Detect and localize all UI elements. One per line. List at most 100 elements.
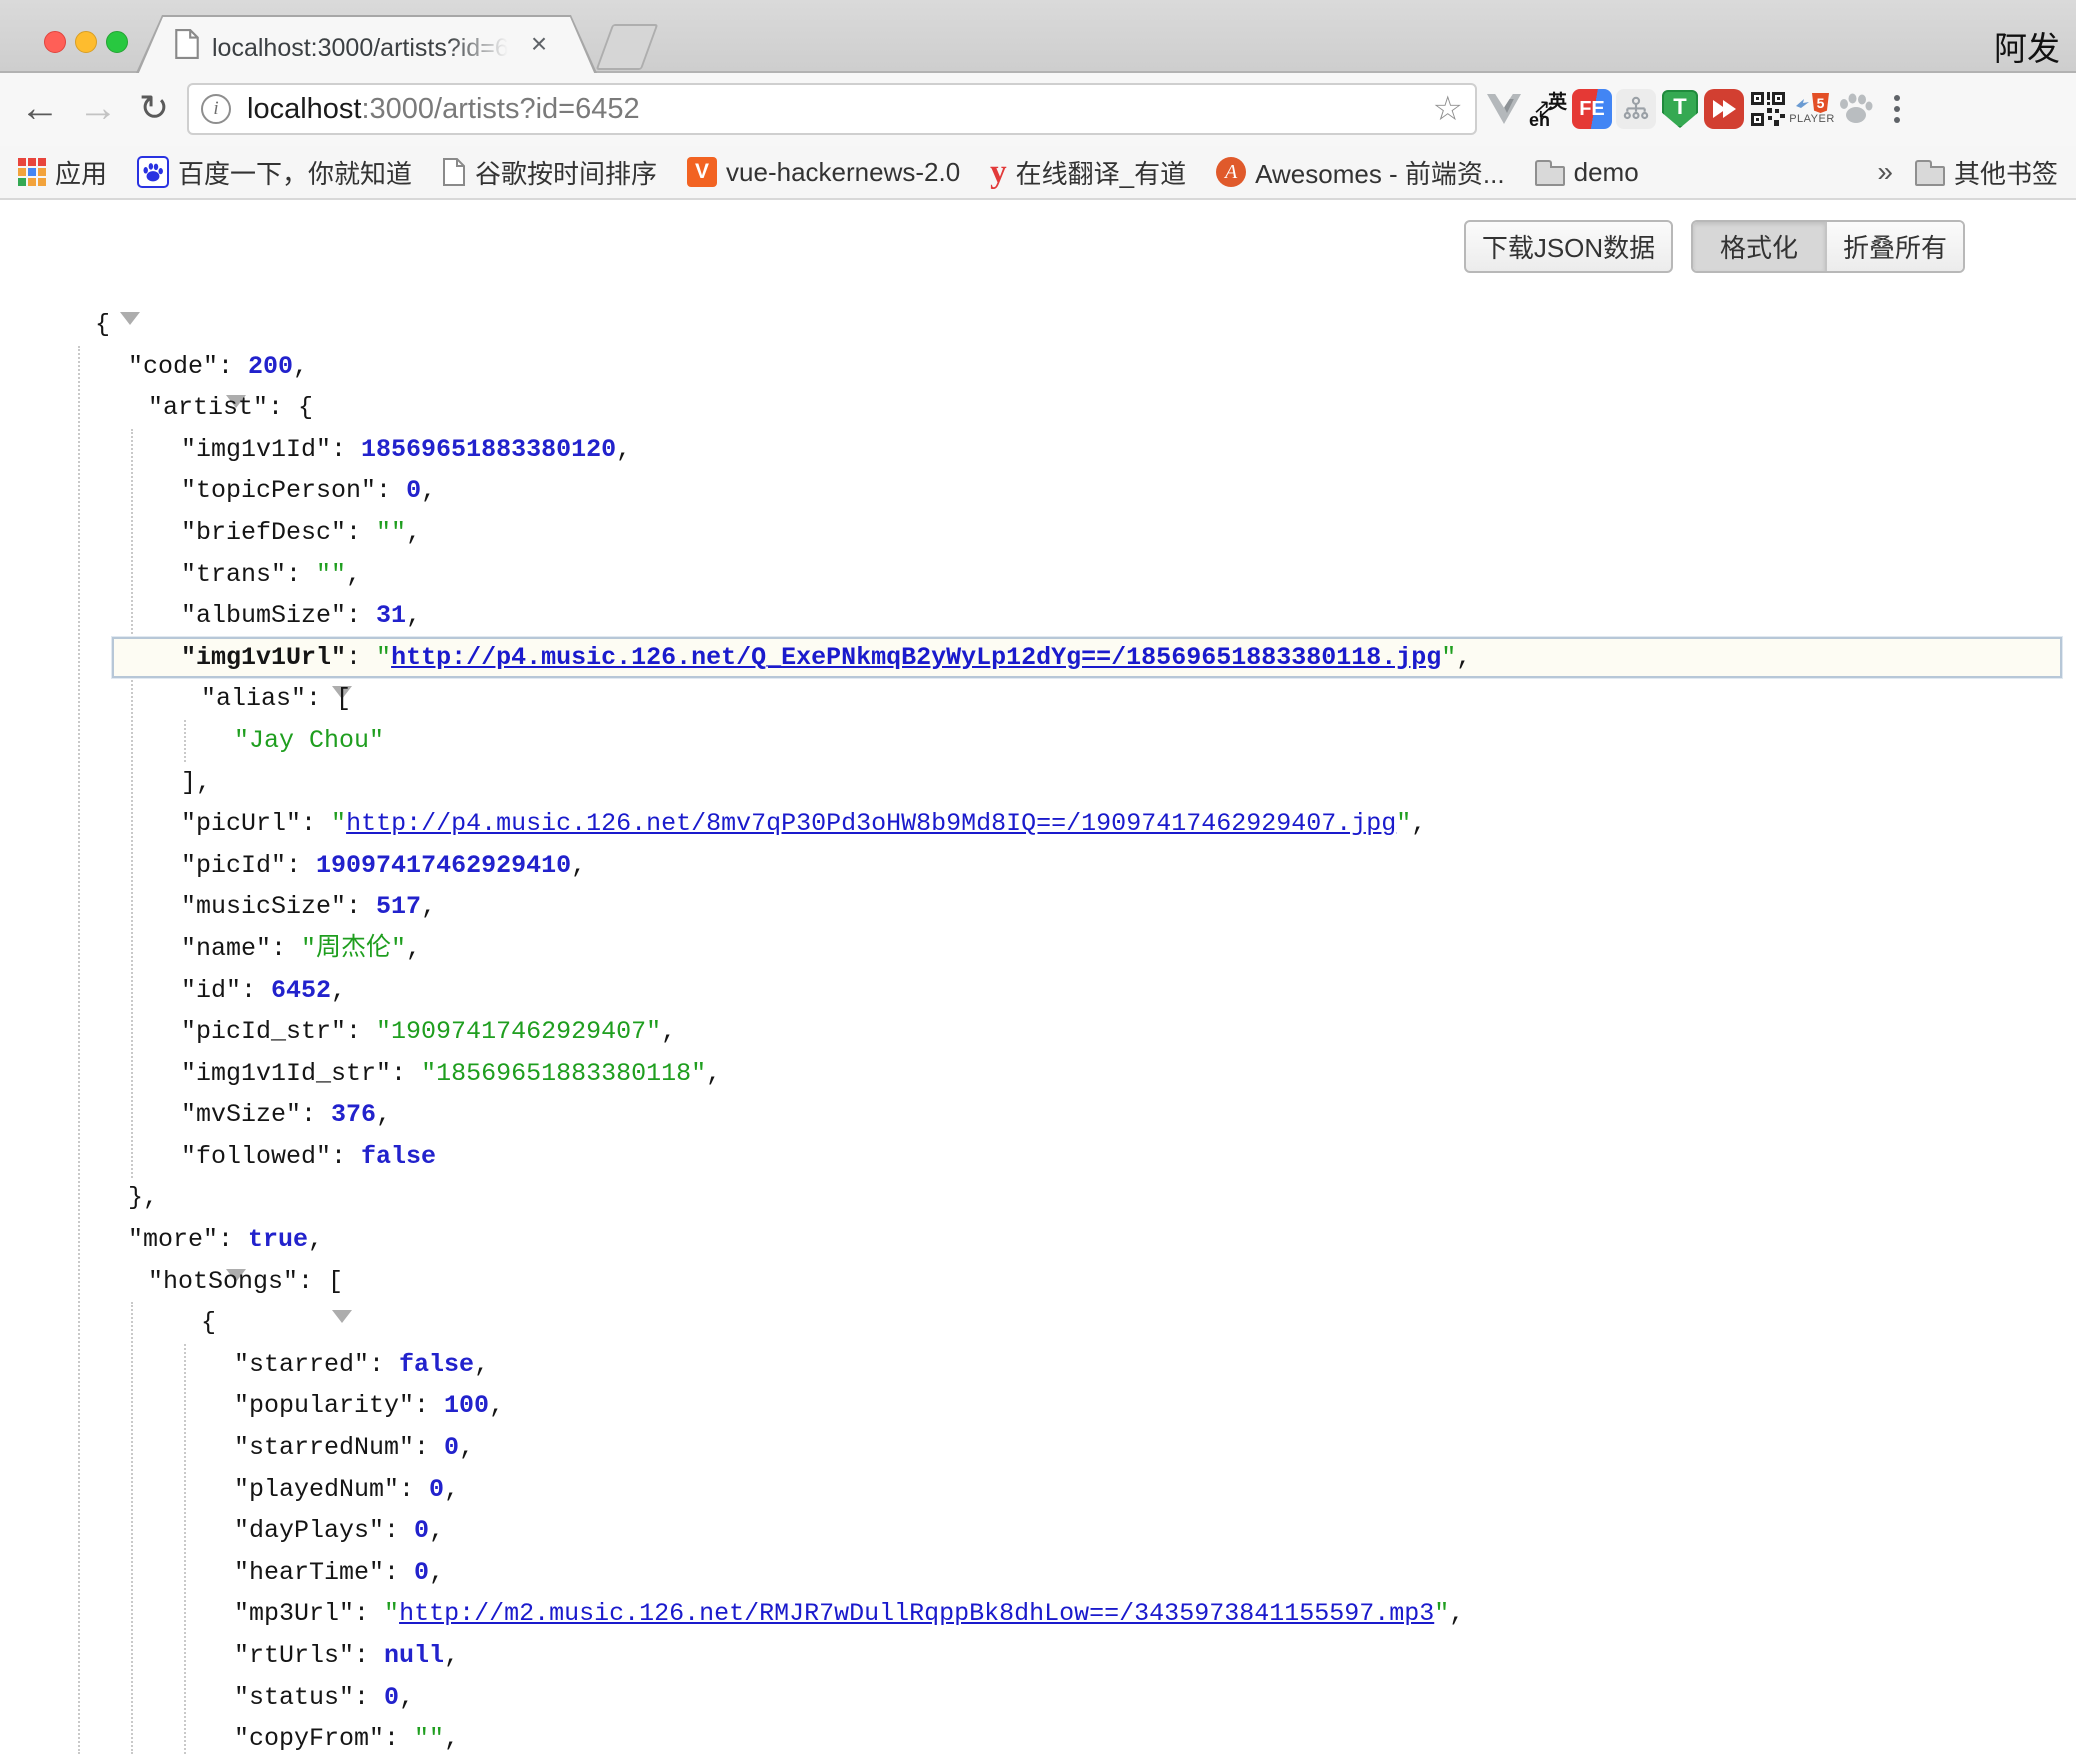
download-json-button[interactable]: 下载JSON数据 xyxy=(1464,220,1673,273)
json-row: "popularity": 100, xyxy=(0,1385,2076,1427)
json-token: , xyxy=(406,518,421,547)
json-token: "" xyxy=(414,1724,444,1753)
new-tab-button[interactable] xyxy=(596,24,659,70)
bookmark-item[interactable]: 谷歌按时间排序 xyxy=(442,154,657,191)
extensions-toolbar: ⇄ 英 en FE T xyxy=(1484,89,1914,129)
format-button[interactable]: 格式化 xyxy=(1693,222,1825,271)
json-token: "more" xyxy=(128,1225,218,1254)
folder-icon xyxy=(1535,166,1565,186)
qr-code-extension-icon[interactable] xyxy=(1748,89,1788,129)
json-token: "mp3Url" xyxy=(234,1599,354,1628)
json-token: , xyxy=(346,560,361,589)
json-token: 376 xyxy=(331,1100,376,1129)
bookmark-item[interactable]: Vvue-hackernews-2.0 xyxy=(687,157,960,188)
json-token: , xyxy=(406,934,421,963)
json-token: 0 xyxy=(384,1683,399,1712)
bookmark-label: 其他书签 xyxy=(1954,154,2058,191)
bookmarks-list: 应用 百度一下，你就知道谷歌按时间排序 Vvue-hackernews-2.0 y 在线… xyxy=(18,154,1639,191)
vue-devtools-icon[interactable] xyxy=(1484,89,1524,129)
browser-menu-icon[interactable] xyxy=(1880,89,1914,129)
bookmark-label: 在线翻译_有道 xyxy=(1016,154,1186,191)
translate-extension-icon[interactable]: ⇄ 英 en xyxy=(1528,89,1568,129)
json-token: "code" xyxy=(128,352,218,381)
bookmark-label: vue-hackernews-2.0 xyxy=(726,157,960,188)
json-token: null xyxy=(384,1641,444,1670)
json-row: "topicPerson": 0, xyxy=(0,470,2076,512)
json-token: : [ xyxy=(306,684,351,713)
json-token: , xyxy=(421,476,436,505)
traffic-lights xyxy=(44,31,128,53)
json-token: 517 xyxy=(376,892,421,921)
youdao-icon: y xyxy=(990,157,1007,187)
bookmark-item[interactable]: 应用 xyxy=(18,154,107,191)
json-token: false xyxy=(361,1142,436,1171)
bookmark-item[interactable]: y 在线翻译_有道 xyxy=(990,154,1186,191)
page-info-icon[interactable]: i xyxy=(201,94,231,124)
json-token: "musicSize" xyxy=(181,892,346,921)
json-token: "" xyxy=(316,560,346,589)
json-url-link[interactable]: http://p4.music.126.net/Q_ExePNkmqB2yWyL… xyxy=(391,643,1441,672)
json-row-selected: "img1v1Url": "http://p4.music.126.net/Q_… xyxy=(0,637,2076,679)
bookmark-label: 应用 xyxy=(55,154,107,191)
json-row: "id": 6452, xyxy=(0,970,2076,1012)
json-token: : xyxy=(331,1142,361,1171)
fe-extension-icon[interactable]: FE xyxy=(1572,89,1612,129)
tampermonkey-icon[interactable]: T xyxy=(1660,89,1700,129)
json-row: "rtUrls": null, xyxy=(0,1635,2076,1677)
json-url-link[interactable]: http://m2.music.126.net/RMJR7wDullRqppBk… xyxy=(399,1599,1434,1628)
json-token: 18569651883380120 xyxy=(361,435,616,464)
profile-name[interactable]: 阿发 xyxy=(1994,22,2060,70)
json-token: , xyxy=(308,1225,323,1254)
page-icon xyxy=(174,29,200,59)
tab-title: localhost:3000/artists?id=645 xyxy=(212,31,508,65)
json-token: , xyxy=(661,1017,676,1046)
collapse-triangle-icon[interactable] xyxy=(120,312,140,354)
json-token: : xyxy=(384,1724,414,1753)
json-row: "mvSize": 376, xyxy=(0,1094,2076,1136)
html5-badge: 5 xyxy=(1812,93,1829,113)
address-bar[interactable]: i localhost:3000/artists?id=6452 ☆ xyxy=(187,83,1477,135)
forward-icon[interactable]: → xyxy=(72,73,124,146)
json-token: : xyxy=(218,352,248,381)
bookmarks-overflow-icon[interactable]: » xyxy=(1877,156,1893,188)
sitemap-extension-icon[interactable] xyxy=(1616,89,1656,129)
url-text[interactable]: localhost:3000/artists?id=6452 xyxy=(247,93,1433,126)
folder-icon xyxy=(1915,166,1945,186)
json-row: "code": 200, xyxy=(0,346,2076,388)
close-window-icon[interactable] xyxy=(44,31,66,53)
html5-player-extension-icon[interactable]: 5 PLAYER xyxy=(1792,89,1832,129)
json-row: "starred": false, xyxy=(0,1344,2076,1386)
collapse-triangle-icon[interactable] xyxy=(332,1310,352,1352)
json-token: " xyxy=(1434,1599,1449,1628)
minimize-window-icon[interactable] xyxy=(75,31,97,53)
json-token: : xyxy=(286,560,316,589)
json-token: , xyxy=(489,1391,504,1420)
reload-icon[interactable]: ↻ xyxy=(128,73,180,146)
json-url-link[interactable]: http://p4.music.126.net/8mv7qP30Pd3oHW8b… xyxy=(346,809,1396,838)
json-token: 19097417462929410 xyxy=(316,851,571,880)
bookmark-item[interactable]: demo xyxy=(1535,157,1639,188)
fast-forward-extension-icon[interactable] xyxy=(1704,89,1744,129)
tab-close-icon[interactable]: × xyxy=(522,27,556,61)
json-token: , xyxy=(331,976,346,1005)
json-token: "popularity" xyxy=(234,1391,414,1420)
shield-icon: T xyxy=(1662,90,1698,128)
bookmark-item[interactable]: AAwesomes - 前端资... xyxy=(1216,154,1504,191)
json-token: : xyxy=(346,518,376,547)
other-bookmarks-folder[interactable]: 其他书签 xyxy=(1915,154,2058,191)
paw-extension-icon[interactable] xyxy=(1836,89,1876,129)
vue-logo xyxy=(1487,94,1521,124)
json-tree: {"code": 200,"artist": {"img1v1Id": 1856… xyxy=(0,304,2076,1754)
collapse-all-button[interactable]: 折叠所有 xyxy=(1825,222,1963,271)
json-token: ], xyxy=(181,768,211,797)
json-token: , xyxy=(406,601,421,630)
bookmark-star-icon[interactable]: ☆ xyxy=(1433,92,1463,126)
json-row: "copyFrom": "", xyxy=(0,1718,2076,1754)
bookmark-label: 百度一下，你就知道 xyxy=(178,154,412,191)
json-row: "name": "周杰伦", xyxy=(0,928,2076,970)
apps-grid-icon xyxy=(18,158,46,186)
json-token: , xyxy=(571,851,586,880)
back-icon[interactable]: ← xyxy=(14,73,66,146)
bookmark-item[interactable]: 百度一下，你就知道 xyxy=(137,154,412,191)
zoom-window-icon[interactable] xyxy=(106,31,128,53)
